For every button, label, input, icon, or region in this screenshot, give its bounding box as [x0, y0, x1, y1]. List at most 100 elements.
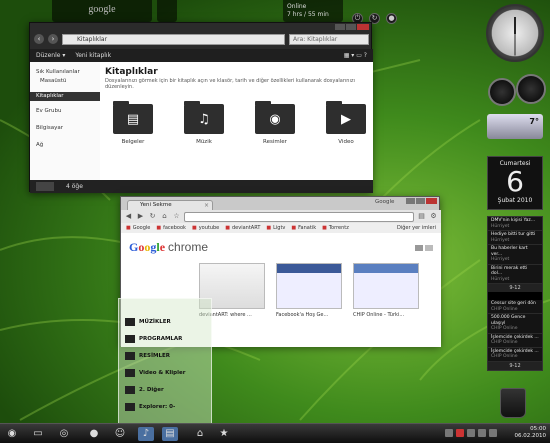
bookmarks-bar: Google facebook youtube deviantART Ligtv… [121, 223, 441, 233]
chrome-taskbar-icon[interactable]: ● [86, 427, 102, 441]
item-count: 4 öğe [66, 183, 83, 190]
lock-icon[interactable]: ● [386, 13, 397, 24]
tray-icon[interactable] [467, 429, 475, 437]
calendar-date: 6 [506, 165, 524, 198]
maximize-button[interactable] [346, 24, 356, 30]
tray-icon[interactable] [456, 429, 464, 437]
weather-temperature: 7° [529, 117, 539, 126]
google-search-gadget[interactable]: google [52, 0, 152, 22]
bookmark-google[interactable]: Google [126, 225, 151, 231]
sidebar-item-favorites[interactable]: Sık Kullanılanlar [30, 68, 100, 77]
start-button[interactable]: ◉ [4, 427, 20, 441]
bookmark-facebook[interactable]: facebook [156, 225, 186, 231]
tab-new-tab[interactable]: Yeni Sekme × [127, 200, 213, 210]
star-taskbar-icon[interactable]: ★ [216, 427, 232, 441]
sidebar-item-homegroup[interactable]: Ev Grubu [30, 107, 100, 116]
folder-documents[interactable]: ▤ Belgeler [113, 101, 153, 145]
folder-taskbar-icon[interactable]: ▤ [162, 427, 178, 441]
bookmark-fanatik[interactable]: Fanatik [291, 225, 316, 231]
close-tab-icon[interactable]: × [204, 201, 209, 210]
recycle-bin-icon[interactable] [500, 388, 526, 418]
music-icon: ♫ [184, 101, 224, 134]
bookmark-torrentz[interactable]: Torrentz [322, 225, 349, 231]
window-controls [406, 198, 437, 204]
sidebar-item-desktop[interactable]: Masaüstü [30, 77, 100, 86]
library-folders: ▤ Belgeler ♫ Müzik ◉ Resimler ▶ Video [105, 101, 368, 145]
explorer-navbar: ‹ › Kitaplıklar Ara: Kitaplıklar [30, 31, 373, 47]
weather-gadget: 7° [487, 114, 543, 139]
feed-item[interactable]: Bu haberler kart ver... Hürriyet [488, 245, 542, 265]
star-icon[interactable]: ☆ [172, 212, 181, 221]
feed-item[interactable]: İşlemcide çekirdek ... CHIP Online [488, 334, 542, 348]
news-feed-gadget: DMV'nin kişisi Yaz... Hürriyet Hediye bit… [487, 216, 543, 371]
menu-item-programs[interactable]: PROGRAMLAR [119, 330, 211, 347]
feed-pager[interactable]: 9-12 [488, 284, 542, 292]
search-input[interactable]: Ara: Kitaplıklar [289, 33, 369, 45]
clapper-icon: ▶ [326, 101, 366, 134]
explorer-sidebar: Sık Kullanılanlar Masaüstü Kitaplıklar E… [30, 62, 100, 180]
wrench-icon[interactable]: ⚙ [429, 212, 438, 221]
close-button[interactable] [357, 24, 369, 30]
explorer-taskbar-icon[interactable]: ▭ [30, 427, 46, 441]
feed-item[interactable]: Birini merak etti dol... Hürriyet [488, 265, 542, 284]
address-bar[interactable] [184, 211, 414, 222]
folder-label: Video [338, 139, 354, 145]
folder-pictures[interactable]: ◉ Resimler [255, 101, 295, 145]
view-options-icon[interactable]: ▦ ▾ ▭ ? [344, 52, 367, 59]
maximize-button[interactable] [416, 198, 425, 204]
sidebar-item-libraries[interactable]: Kitaplıklar [30, 92, 100, 101]
feed-pager[interactable]: 9-12 [488, 361, 542, 370]
tray-icon[interactable] [445, 429, 453, 437]
hour-hand [514, 17, 516, 34]
volume-icon[interactable] [489, 429, 497, 437]
minimize-button[interactable] [335, 24, 345, 30]
taskbar-clock[interactable]: 05:00 06.02.2010 [515, 426, 547, 440]
calendar-gadget: Cumartesi 6 Şubat 2010 [487, 156, 543, 210]
feed-item[interactable]: 500.000 Gence ulaşıyl CHIP Online [488, 314, 542, 334]
page-menu-icon[interactable]: ▤ [417, 212, 426, 221]
menu-item-music[interactable]: MÜZİKLER [119, 313, 211, 330]
music-taskbar-icon[interactable]: ♪ [138, 427, 154, 441]
breadcrumb[interactable]: Kitaplıklar [62, 33, 285, 45]
forward-icon[interactable]: › [48, 34, 58, 44]
folder-icon [125, 317, 135, 326]
back-icon[interactable]: ‹ [34, 34, 44, 44]
home-icon[interactable]: ⌂ [160, 212, 169, 221]
thumbnail-label: Facebook'a Hoş Ge... [276, 312, 329, 318]
explorer-toolbar: Düzenle ▾ Yeni kitaplık ▦ ▾ ▭ ? [30, 49, 373, 62]
bookmark-deviantart[interactable]: deviantART [225, 225, 260, 231]
tray-icon[interactable] [478, 429, 486, 437]
thumbnail-facebook[interactable]: Facebook'a Hoş Ge... [276, 263, 342, 318]
organize-button[interactable]: Düzenle ▾ [36, 52, 65, 59]
taskbar-time: 05:00 [530, 426, 546, 432]
new-library-button[interactable]: Yeni kitaplık [75, 52, 111, 59]
close-button[interactable] [426, 198, 437, 204]
folder-music[interactable]: ♫ Müzik [184, 101, 224, 145]
system-tray [445, 429, 497, 437]
minimize-button[interactable] [406, 198, 415, 204]
menu-item-pictures[interactable]: RESİMLER [119, 347, 211, 364]
feed-item[interactable]: İşlemcide çekirdek ... CHIP Online [488, 348, 542, 362]
taskbar-date: 06.02.2010 [514, 433, 547, 439]
thumbnail-chip[interactable]: CHIP Online - Türki... [353, 263, 419, 318]
folder-videos[interactable]: ▶ Video [326, 101, 366, 145]
feed-item[interactable]: Hediye bitti tur gitti Hürriyet [488, 231, 542, 245]
sidebar-item-network[interactable]: Ağ [30, 141, 100, 150]
reload-icon[interactable]: ↻ [148, 212, 157, 221]
messenger-taskbar-icon[interactable]: ☺ [112, 427, 128, 441]
forward-icon[interactable]: ▶ [136, 212, 145, 221]
menu-item-videos[interactable]: Video & Klipler [119, 364, 211, 381]
menu-item-other[interactable]: 2. Diğer [119, 381, 211, 398]
feed-item[interactable]: Cessur site geri dön CHIP Online [488, 300, 542, 314]
sidebar-item-computer[interactable]: Bilgisayar [30, 124, 100, 133]
house-taskbar-icon[interactable]: ⌂ [192, 427, 208, 441]
bookmark-ligtv[interactable]: Ligtv [266, 225, 285, 231]
view-toggle[interactable] [415, 245, 433, 251]
feed-item[interactable]: DMV'nin kişisi Yaz... Hürriyet [488, 217, 542, 231]
search-button[interactable] [157, 0, 177, 22]
menu-item-explorer[interactable]: Explorer: 0- [119, 398, 211, 415]
bookmark-youtube[interactable]: youtube [192, 225, 220, 231]
back-icon[interactable]: ◀ [124, 212, 133, 221]
other-bookmarks[interactable]: Diğer yer imleri [397, 225, 436, 231]
media-player-taskbar-icon[interactable]: ◎ [56, 427, 72, 441]
